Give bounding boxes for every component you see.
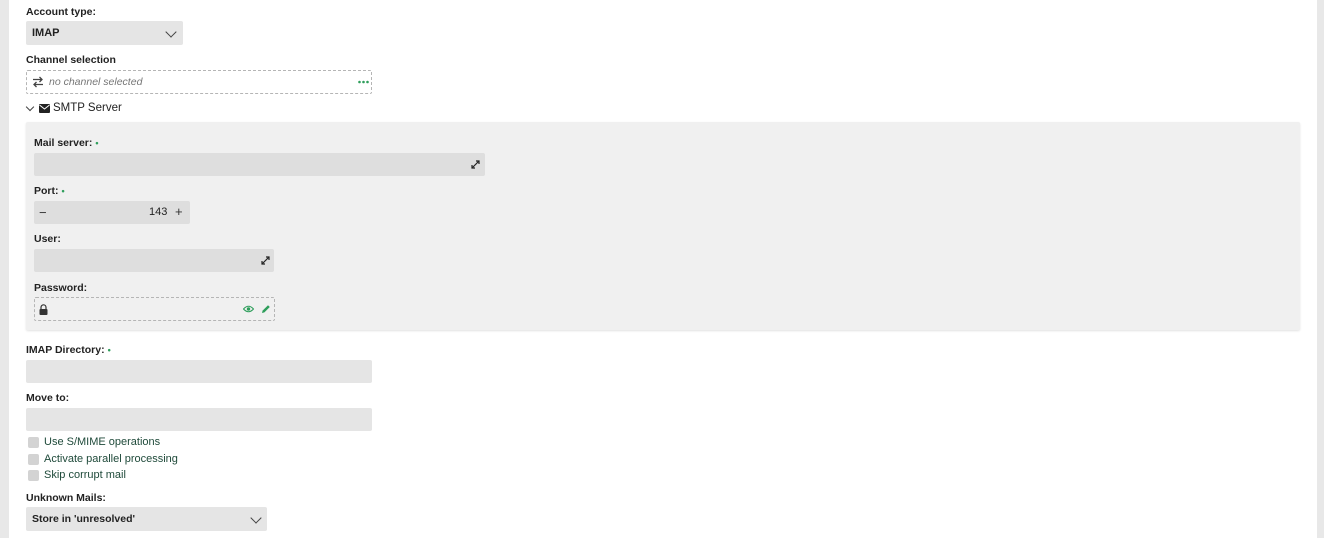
port-stepper[interactable]: − 143 + — [34, 201, 190, 224]
user-input[interactable] — [34, 249, 274, 272]
option-smime[interactable]: Use S/MIME operations — [28, 436, 228, 450]
smtp-section-header[interactable]: SMTP Server — [25, 101, 145, 117]
channel-selection-field[interactable]: no channel selected — [26, 70, 372, 94]
smtp-section-panel: Mail server:• Port:• − 143 + User: Pas — [26, 122, 1300, 330]
mail-server-label: Mail server: • — [34, 137, 99, 149]
imap-directory-input[interactable] — [26, 360, 372, 383]
chevron-down-icon — [25, 102, 35, 112]
move-to-input[interactable] — [26, 408, 372, 431]
expand-diagonal-icon[interactable] — [471, 160, 480, 169]
port-value: 143 — [149, 206, 168, 218]
option-parallel-processing[interactable]: Activate parallel processing — [28, 453, 228, 467]
password-input[interactable] — [34, 297, 275, 321]
unknown-mails-value: Store in 'unresolved' — [32, 513, 136, 525]
minus-button[interactable]: − — [39, 206, 47, 219]
unknown-mails-select[interactable]: Store in 'unresolved' — [26, 507, 267, 531]
smtp-section-title: SMTP Server — [53, 102, 122, 114]
account-type-select[interactable]: IMAP — [26, 21, 183, 45]
mail-server-label-text: Mail server: — [34, 137, 93, 149]
account-type-value: IMAP — [32, 27, 60, 39]
envelope-icon — [39, 104, 50, 113]
form-page: Account type: IMAP Channel selection no … — [9, 0, 1317, 538]
move-to-label: Move to: — [26, 392, 70, 404]
imap-directory-label: IMAP Directory: • — [26, 344, 111, 356]
required-mark: • — [95, 138, 99, 148]
password-label: Password: — [34, 282, 88, 294]
option-label: Use S/MIME operations — [44, 436, 161, 448]
checkbox[interactable] — [28, 454, 39, 465]
chevron-down-icon — [165, 26, 177, 38]
more-dots-icon[interactable] — [358, 80, 369, 84]
chevron-down-icon — [250, 512, 262, 524]
checkbox[interactable] — [28, 437, 39, 448]
pencil-icon[interactable] — [261, 304, 271, 314]
required-mark: • — [107, 345, 111, 355]
user-label: User: — [34, 233, 61, 245]
lock-icon — [39, 304, 48, 315]
plus-button[interactable]: + — [175, 205, 183, 218]
swap-arrows-icon — [33, 76, 43, 88]
mail-server-input[interactable] — [34, 153, 485, 176]
channel-selection-placeholder: no channel selected — [49, 76, 143, 88]
option-label: Activate parallel processing — [44, 453, 178, 465]
checkbox[interactable] — [28, 470, 39, 481]
unknown-mails-label: Unknown Mails: — [26, 492, 106, 504]
option-label: Skip corrupt mail — [44, 469, 126, 481]
option-skip-corrupt[interactable]: Skip corrupt mail — [28, 469, 228, 483]
imap-directory-label-text: IMAP Directory: — [26, 344, 105, 356]
account-type-label: Account type: — [26, 6, 97, 18]
required-mark: • — [61, 186, 65, 196]
port-label-text: Port: — [34, 185, 59, 197]
expand-diagonal-icon[interactable] — [261, 256, 270, 265]
port-label: Port: • — [34, 185, 65, 197]
eye-icon[interactable] — [243, 305, 254, 313]
channel-selection-label: Channel selection — [26, 54, 116, 66]
